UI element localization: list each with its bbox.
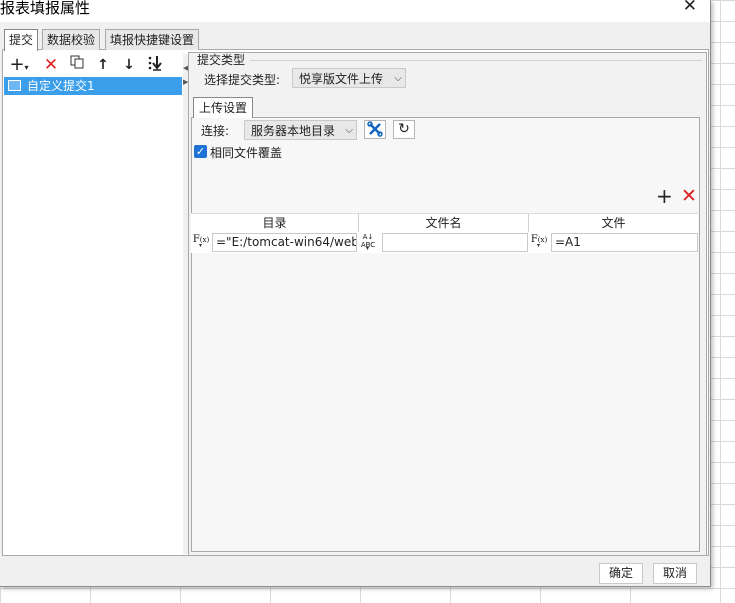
- submit-list-panel: [3, 54, 184, 554]
- filename-input[interactable]: [382, 233, 528, 252]
- submit-type-group-title: 提交类型: [197, 53, 246, 67]
- connection-select[interactable]: 服务器本地目录 ⌵: [244, 120, 357, 140]
- ok-button[interactable]: 确定: [599, 563, 643, 584]
- submit-type-select[interactable]: 悦享版文件上传 ⌵: [292, 68, 406, 88]
- tab-upload-settings[interactable]: 上传设置: [193, 97, 254, 118]
- submit-list-item-label: 自定义提交1: [27, 79, 95, 93]
- overwrite-label: 相同文件覆盖: [210, 146, 283, 160]
- submit-type-value: 悦享版文件上传: [299, 72, 384, 86]
- connection-label: 连接:: [201, 124, 230, 138]
- add-dropdown-icon[interactable]: +▾: [6, 55, 32, 75]
- edit-connection-button[interactable]: [364, 120, 386, 139]
- close-icon[interactable]: ✕: [683, 0, 697, 16]
- tools-icon: [367, 121, 383, 137]
- move-down-icon[interactable]: ↓: [119, 55, 139, 75]
- formula-fx-icon[interactable]: F(x) ▾: [191, 233, 211, 252]
- delete-row-icon[interactable]: ✕: [681, 186, 697, 206]
- submit-type-label: 选择提交类型:: [204, 73, 281, 87]
- submit-list-item[interactable]: 自定义提交1: [4, 77, 182, 95]
- refresh-icon: ↻: [398, 121, 410, 137]
- tab-data-validation[interactable]: 数据校验: [42, 29, 101, 50]
- group-divider: [250, 60, 702, 61]
- column-header-directory: 目录: [191, 214, 359, 232]
- add-row-icon[interactable]: +: [656, 186, 673, 206]
- chevron-down-icon: ⌵: [345, 125, 353, 136]
- titlebar: 报表填报属性 ✕: [0, 0, 710, 22]
- move-bottom-icon[interactable]: [145, 55, 165, 75]
- column-header-filename: 文件名: [359, 214, 529, 232]
- dialog-title: 报表填报属性: [0, 0, 91, 17]
- overwrite-checkbox[interactable]: ✓: [194, 145, 207, 158]
- list-item-icon: [8, 80, 21, 91]
- move-up-icon[interactable]: ↑: [93, 55, 113, 75]
- formula-fx-icon[interactable]: F(x) ▾: [529, 233, 549, 252]
- cancel-button[interactable]: 取消: [653, 563, 697, 584]
- connection-value: 服务器本地目录: [251, 124, 336, 138]
- delete-icon[interactable]: ✕: [41, 55, 61, 75]
- copy-icon[interactable]: [67, 55, 87, 75]
- upload-settings-panel: [191, 117, 700, 552]
- text-abc-icon[interactable]: A↓ ABC ▾: [358, 233, 378, 252]
- table-header: 目录 文件名 文件: [191, 213, 698, 233]
- chevron-down-icon: ⌵: [394, 73, 402, 84]
- tab-submit[interactable]: 提交: [4, 29, 39, 51]
- column-header-file: 文件: [601, 216, 626, 230]
- tab-fill-shortcut-settings[interactable]: 填报快捷键设置: [105, 29, 200, 50]
- report-fill-properties-dialog: 报表填报属性 ✕ 提交 数据校验 填报快捷键设置 +▾ ✕ ↑ ↓ 自定义提交1…: [0, 0, 711, 587]
- directory-input[interactable]: ="E:/tomcat-win64/webap: [212, 233, 357, 252]
- refresh-button[interactable]: ↻: [393, 120, 415, 139]
- file-input[interactable]: =A1: [551, 233, 698, 252]
- table-row: F(x)▾ ="E:/tomcat-win64/webap A↓ABC▾ F(x…: [191, 232, 698, 253]
